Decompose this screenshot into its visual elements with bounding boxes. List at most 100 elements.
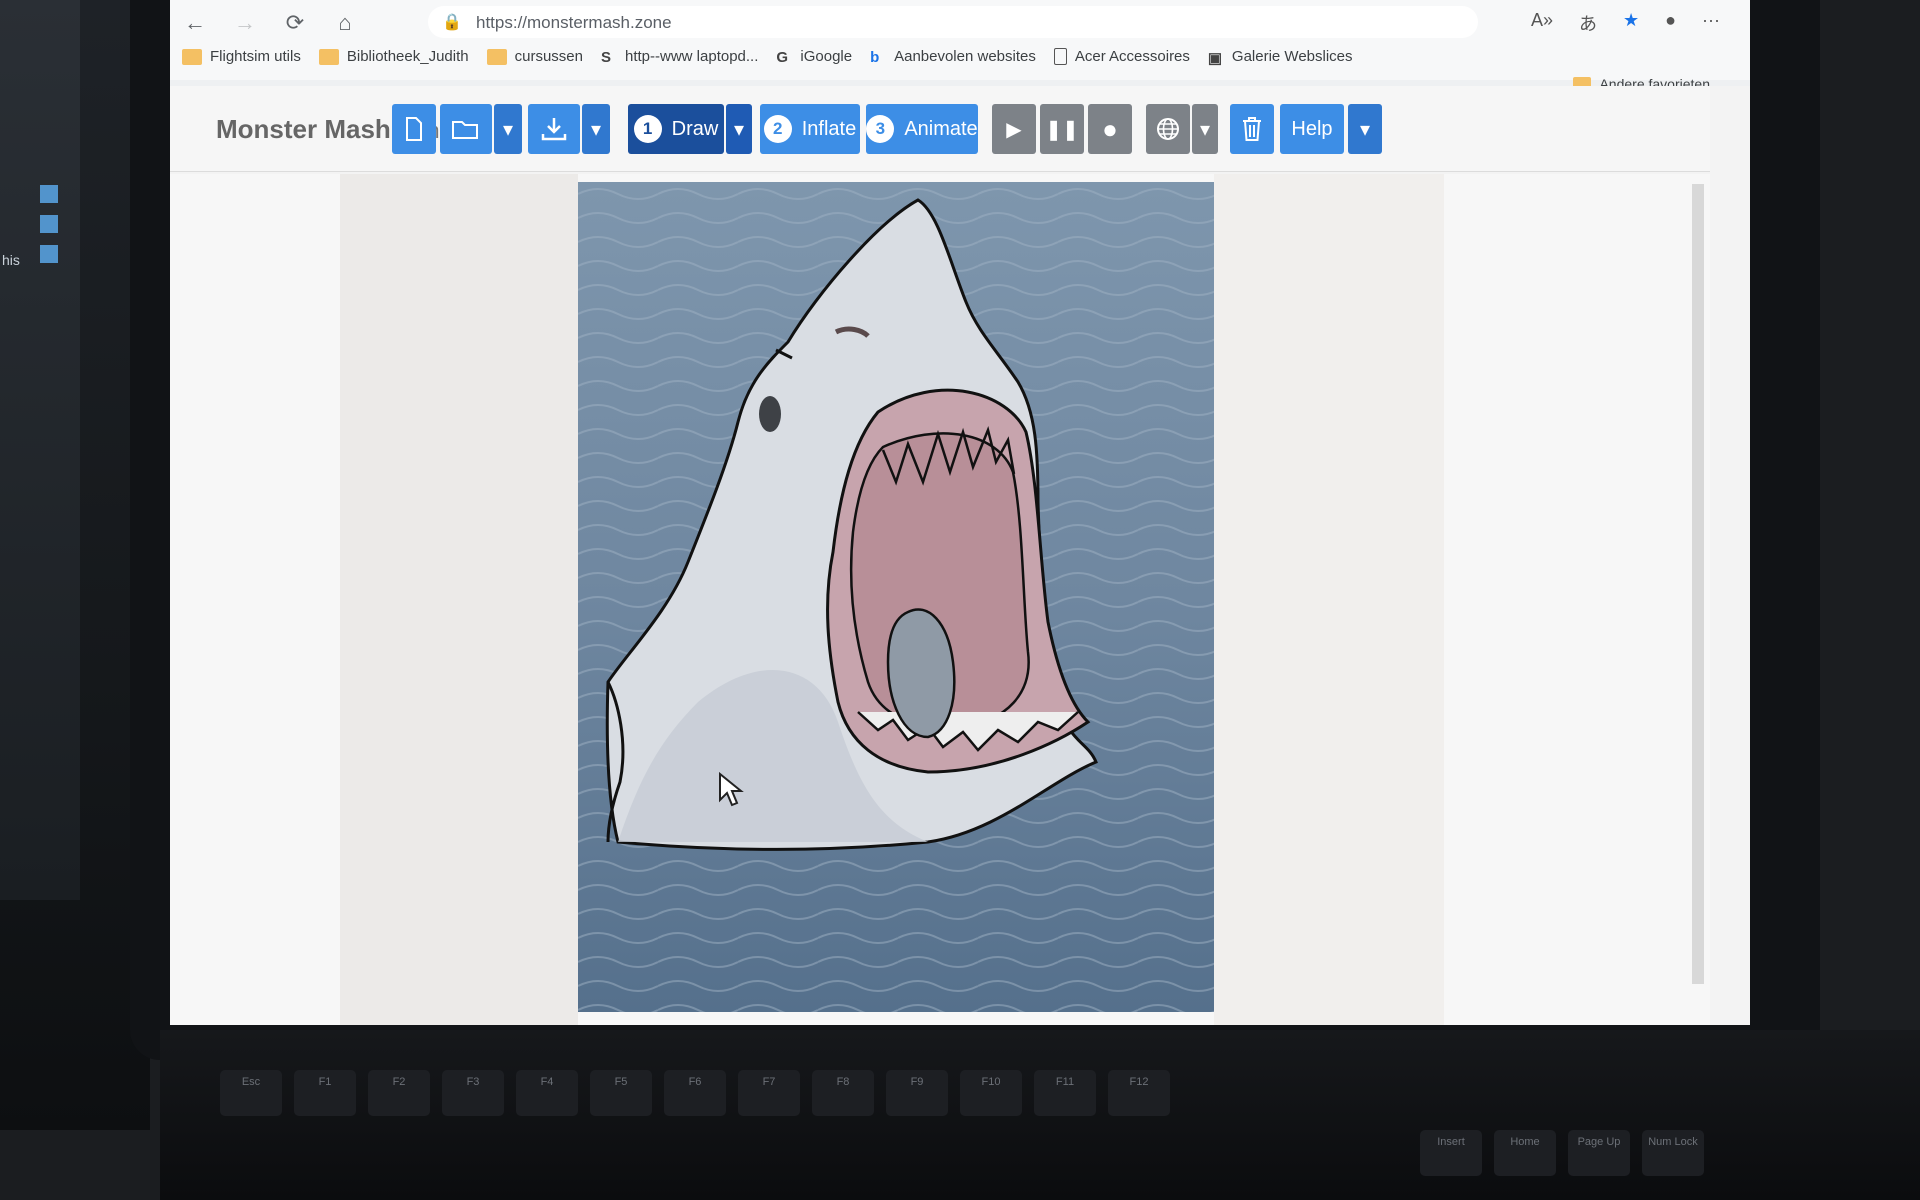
download-button[interactable] [528,104,580,154]
keyboard-key: Esc [220,1070,282,1116]
mode-animate-button[interactable]: 3 Animate [866,104,978,154]
caret-down-icon: ▾ [1359,118,1371,141]
language-menu-button[interactable]: ▾ [1192,104,1218,154]
google-icon: G [776,48,789,66]
favorite-item[interactable]: GiGoogle [776,48,853,66]
keyboard-key: F11 [1034,1070,1096,1116]
folder-icon [318,48,339,65]
favorite-item[interactable]: Acer Accessoires [1053,48,1190,65]
favorite-label: Flightsim utils [210,48,301,65]
canvas-scrollbar[interactable] [1692,184,1704,984]
keyboard-key: F4 [516,1070,578,1116]
pause-button[interactable]: ❚❚ [1040,104,1084,154]
mode-inflate-button[interactable]: 2 Inflate [760,104,860,154]
mode-label: Inflate [801,117,857,140]
home-icon[interactable]: ⌂ [330,8,360,38]
new-file-icon [406,117,422,141]
url-text: https://monstermash.zone [476,13,672,32]
canvas-area[interactable] [170,174,1710,1025]
favorite-label: Galerie Webslices [1231,48,1353,65]
keyboard-key: F3 [442,1070,504,1116]
folder-icon [182,48,202,65]
favorite-item[interactable]: Flightsim utils [182,48,301,65]
help-label: Help [1291,117,1333,140]
download-icon [541,118,567,141]
step-number: 2 [763,115,792,143]
left-monitor-text: his [2,252,20,268]
record-icon: ● [1102,113,1118,144]
keyboard-key: F1 [294,1070,356,1116]
keyboard-key: F12 [1108,1070,1170,1116]
profile-icon[interactable]: ● [1665,10,1676,36]
right-canvas-margin [1214,174,1444,1025]
caret-down-icon: ▾ [590,118,602,141]
s-icon: S [601,48,612,66]
favorite-star-icon[interactable]: ★ [1623,10,1639,36]
favorite-item[interactable]: b Aanbevolen websites [870,48,1036,66]
forward-icon[interactable]: → [230,8,260,38]
browser-chrome: ← → ⟳ ⌂ 🔒 https://monstermash.zone A» あ … [170,0,1750,92]
favorite-item[interactable]: ▣ Galerie Webslices [1208,48,1353,67]
help-menu-button[interactable]: ▾ [1348,104,1382,154]
drawing-canvas[interactable] [578,182,1214,1012]
keyboard-key: F6 [664,1070,726,1116]
more-icon[interactable]: ··· [1702,10,1720,36]
keyboard-key: F5 [590,1070,652,1116]
favorite-label: http--www laptopd... [625,48,759,65]
monster-mash-app: Monster Mashdemo ▾ ▾ 1Draw ▾ 2Inflate 3A… [170,86,1750,1025]
folder-open-icon [452,121,478,139]
keyboard-nav-row: Insert Home Page Up Num Lock [1420,1130,1704,1176]
bing-icon: b [870,48,880,66]
record-button[interactable]: ● [1088,104,1132,154]
delete-button[interactable] [1230,104,1274,154]
lock-icon: 🔒 [442,14,462,31]
download-menu-button[interactable]: ▾ [582,104,610,154]
draw-menu-button[interactable]: ▾ [726,104,752,154]
screen: ← → ⟳ ⌂ 🔒 https://monstermash.zone A» あ … [170,0,1750,1025]
help-button[interactable]: Help [1280,104,1344,154]
read-aloud-icon[interactable]: A» [1531,10,1553,36]
page-icon [1053,48,1067,65]
play-button[interactable]: ▶ [992,104,1036,154]
new-file-button[interactable] [392,104,436,154]
favorite-label: cursussen [514,48,583,65]
open-button[interactable] [440,104,492,154]
mode-label: Animate [904,117,978,140]
keyboard-function-row: Esc F1 F2 F3 F4 F5 F6 F7 F8 F9 F10 F11 F12 [220,1070,1170,1116]
favorite-item[interactable]: cursussen [486,48,583,65]
tile-icons [40,185,58,275]
reload-icon[interactable]: ⟳ [280,8,310,38]
language-button[interactable] [1146,104,1190,154]
mode-label: Draw [671,117,719,140]
address-bar[interactable]: 🔒 https://monstermash.zone [428,6,1478,38]
left-canvas-margin [340,174,578,1025]
keyboard-key: F8 [812,1070,874,1116]
app-toolbar: Monster Mashdemo ▾ ▾ 1Draw ▾ 2Inflate 3A… [170,86,1710,172]
keyboard-key: Num Lock [1642,1130,1704,1176]
translate-icon[interactable]: あ [1579,10,1597,36]
keyboard-key: Page Up [1568,1130,1630,1176]
favorite-item[interactable]: Shttp--www laptopd... [601,48,759,66]
left-monitor: his [0,0,150,1130]
favorite-item[interactable]: Bibliotheek_Judith [318,48,469,65]
trash-icon [1243,117,1261,141]
mouse-cursor-icon [719,772,744,807]
open-menu-button[interactable]: ▾ [494,104,522,154]
shark-eye [759,396,781,432]
favorite-label: Acer Accessoires [1074,48,1190,65]
keyboard-key: F10 [960,1070,1022,1116]
keyboard-key: F2 [368,1070,430,1116]
caret-down-icon: ▾ [1199,118,1211,141]
step-number: 3 [866,115,895,143]
keyboard-key: F7 [738,1070,800,1116]
globe-icon [1157,118,1179,140]
favorite-label: Bibliotheek_Judith [346,48,469,65]
keyboard-key: Insert [1420,1130,1482,1176]
mode-draw-button[interactable]: 1 Draw [628,104,724,154]
keyboard: Esc F1 F2 F3 F4 F5 F6 F7 F8 F9 F10 F11 F12 Insert Hom… [160,1030,1920,1200]
back-icon[interactable]: ← [180,8,210,38]
app-name: Monster Mash [216,114,391,144]
caret-down-icon: ▾ [733,118,745,141]
favorite-label: iGoogle [800,48,853,65]
left-monitor-screen [0,0,80,900]
